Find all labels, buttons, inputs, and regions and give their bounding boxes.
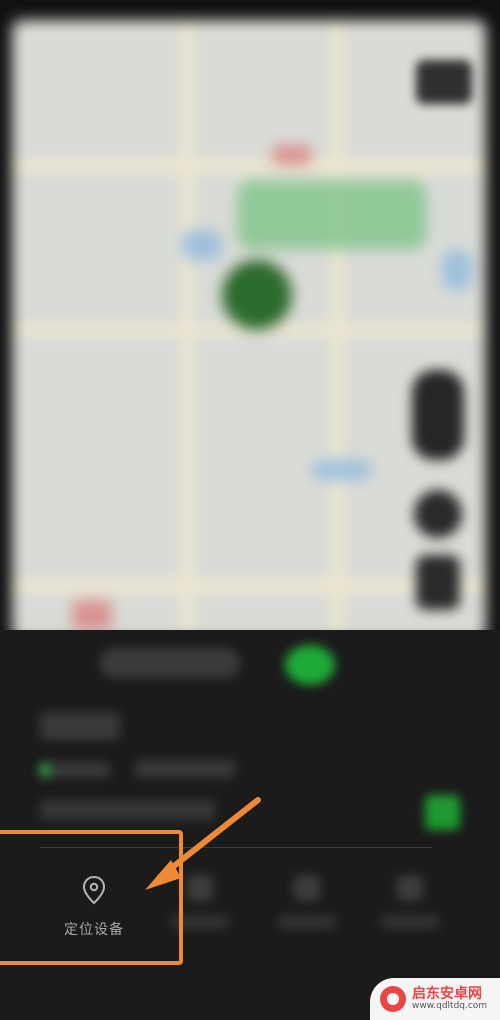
recenter-button[interactable] [414,490,462,538]
zoom-control[interactable] [412,370,464,460]
online-status-indicator [285,645,335,685]
device-name [40,712,120,740]
site-watermark: 启东安卓网 www.qdltdq.com [370,978,500,1020]
action-4-icon [397,875,423,901]
device-location-marker [222,260,292,330]
highlight-box [0,830,183,965]
action-2-icon [187,875,213,901]
watermark-title: 启东安卓网 [412,985,482,1002]
map-view[interactable] [12,20,486,640]
action-4-label [381,915,439,929]
battery-icon [40,764,50,776]
network-info [135,760,235,778]
battery-info [40,762,110,778]
action-3-icon [294,875,320,901]
device-id-info [40,800,215,820]
device-title [100,648,240,678]
action-3-label [278,915,336,929]
watermark-url: www.qdltdq.com [412,1000,488,1011]
device-status-badge [425,795,460,830]
action-button-4[interactable] [375,875,445,945]
watermark-logo-icon [380,986,406,1012]
action-button-3[interactable] [272,875,342,945]
map-tool-button[interactable] [416,555,460,610]
map-layer-button[interactable] [416,60,472,104]
